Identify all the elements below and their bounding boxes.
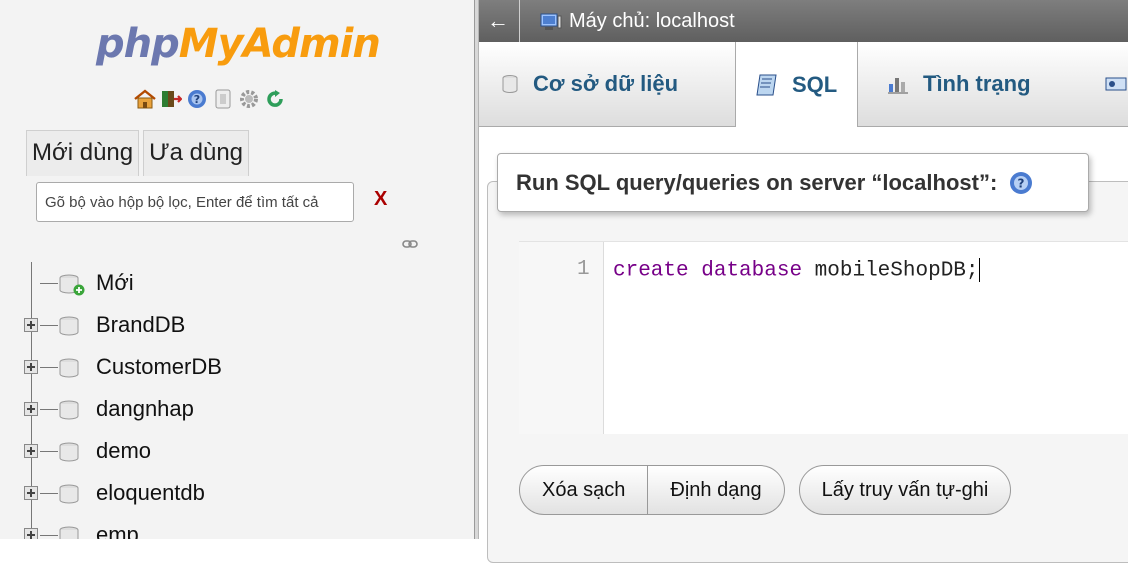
main-panel: ← Máy chủ: localhost Cơ sở dữ liệu SQL T…	[479, 0, 1128, 563]
database-label[interactable]: CustomerDB	[96, 354, 222, 380]
tab-favorites[interactable]: Ưa dùng	[143, 130, 250, 176]
database-icon	[58, 442, 80, 469]
sql-identifier: mobileShopDB;	[814, 259, 979, 283]
status-chart-icon	[887, 74, 909, 94]
line-number-gutter: 1	[519, 242, 604, 434]
text-cursor	[978, 258, 980, 282]
tree-item-new[interactable]: Mới	[0, 262, 474, 304]
database-icon	[58, 526, 80, 539]
home-icon[interactable]	[134, 88, 156, 110]
exit-icon[interactable]	[160, 88, 182, 110]
tree-item-label[interactable]: Mới	[96, 270, 134, 296]
phpmyadmin-logo[interactable]: phpMyAdmin	[96, 18, 381, 70]
tab-status[interactable]: Tình trạng	[887, 42, 1031, 126]
database-label[interactable]: eloquentdb	[96, 480, 205, 506]
divider	[519, 0, 520, 42]
top-menu-tabs: Cơ sở dữ liệu SQL Tình trạng	[479, 42, 1128, 127]
nav-icons-toolbar: ?	[134, 88, 286, 110]
tree-branch	[40, 451, 58, 452]
tree-item-database[interactable]: CustomerDB	[0, 346, 474, 388]
tree-branch	[40, 535, 58, 536]
expand-plus-icon[interactable]	[24, 528, 38, 539]
expand-plus-icon[interactable]	[24, 318, 38, 332]
expand-plus-icon[interactable]	[24, 402, 38, 416]
tree-branch	[40, 493, 58, 494]
tree-branch	[40, 325, 58, 326]
sql-document-icon	[756, 73, 778, 97]
tab-label: SQL	[792, 71, 838, 97]
collapse-navigation-button[interactable]: ←	[487, 8, 509, 34]
tab-label: Cơ sở dữ liệu	[533, 71, 679, 96]
server-breadcrumb-bar: ← Máy chủ: localhost	[479, 0, 1128, 42]
tree-item-database[interactable]: demo	[0, 430, 474, 472]
docs-icon[interactable]	[212, 88, 234, 110]
navigation-panel: phpMyAdmin ? Mới dùng Ưa dùng X	[0, 0, 474, 539]
sql-query-editor[interactable]: 1 create database mobileShopDB;	[519, 241, 1128, 434]
database-label[interactable]: dangnhap	[96, 396, 194, 422]
database-label[interactable]: BrandDB	[96, 312, 185, 338]
help-icon[interactable]: ?	[1009, 171, 1033, 195]
recent-favorites-tabs: Mới dùng Ưa dùng	[26, 130, 250, 176]
clear-filter-button[interactable]: X	[374, 188, 387, 211]
tab-accounts[interactable]	[1105, 42, 1128, 126]
sql-keyword: create	[613, 259, 689, 283]
sql-content-area: Run SQL query/queries on server “localho…	[479, 127, 1128, 563]
tree-item-database[interactable]: dangnhap	[0, 388, 474, 430]
sql-query-legend: Run SQL query/queries on server “localho…	[497, 153, 1089, 212]
expand-plus-icon[interactable]	[24, 360, 38, 374]
link-icon[interactable]	[402, 236, 418, 254]
tab-sql[interactable]: SQL	[735, 42, 859, 127]
tab-recent[interactable]: Mới dùng	[26, 130, 140, 176]
settings-icon[interactable]	[238, 88, 260, 110]
database-icon	[501, 74, 519, 94]
clear-button[interactable]: Xóa sạch	[519, 465, 649, 515]
get-auto-saved-query-button[interactable]: Lấy truy vấn tự-ghi	[798, 465, 1012, 515]
database-icon	[58, 484, 80, 511]
user-accounts-icon	[1105, 75, 1127, 93]
logo-php: php	[96, 21, 180, 67]
new-database-icon	[58, 274, 88, 301]
sql-button-row: Xóa sạch Định dạng Lấy truy vấn tự-ghi	[519, 465, 1012, 515]
database-tree: Mới BrandDB CustomerDB dangnhap demo elo…	[0, 262, 474, 539]
expand-plus-icon[interactable]	[24, 486, 38, 500]
database-label[interactable]: emp	[96, 522, 139, 539]
database-label[interactable]: demo	[96, 438, 151, 464]
help-icon[interactable]: ?	[186, 88, 208, 110]
expand-plus-icon[interactable]	[24, 444, 38, 458]
format-button[interactable]: Định dạng	[648, 465, 785, 515]
svg-text:?: ?	[194, 93, 200, 106]
sql-keyword: database	[701, 259, 803, 283]
reload-icon[interactable]	[264, 88, 286, 110]
svg-text:?: ?	[1018, 176, 1025, 190]
sql-code-line[interactable]: create database mobileShopDB;	[613, 258, 980, 283]
database-icon	[58, 358, 80, 385]
sql-query-title: Run SQL query/queries on server “localho…	[516, 169, 998, 195]
database-filter-input[interactable]	[36, 182, 354, 222]
tab-label: Tình trạng	[923, 71, 1031, 96]
tree-item-database[interactable]: eloquentdb	[0, 472, 474, 514]
tree-branch	[40, 283, 58, 284]
logo-myadmin: MyAdmin	[178, 21, 381, 67]
database-icon	[58, 316, 80, 343]
line-number: 1	[577, 258, 590, 281]
server-breadcrumb[interactable]: Máy chủ: localhost	[569, 10, 735, 33]
tree-item-database[interactable]: BrandDB	[0, 304, 474, 346]
tree-item-database[interactable]: emp	[0, 514, 474, 539]
tree-branch	[40, 409, 58, 410]
server-icon	[540, 13, 562, 36]
tree-branch	[40, 367, 58, 368]
database-icon	[58, 400, 80, 427]
tab-databases[interactable]: Cơ sở dữ liệu	[501, 42, 678, 126]
